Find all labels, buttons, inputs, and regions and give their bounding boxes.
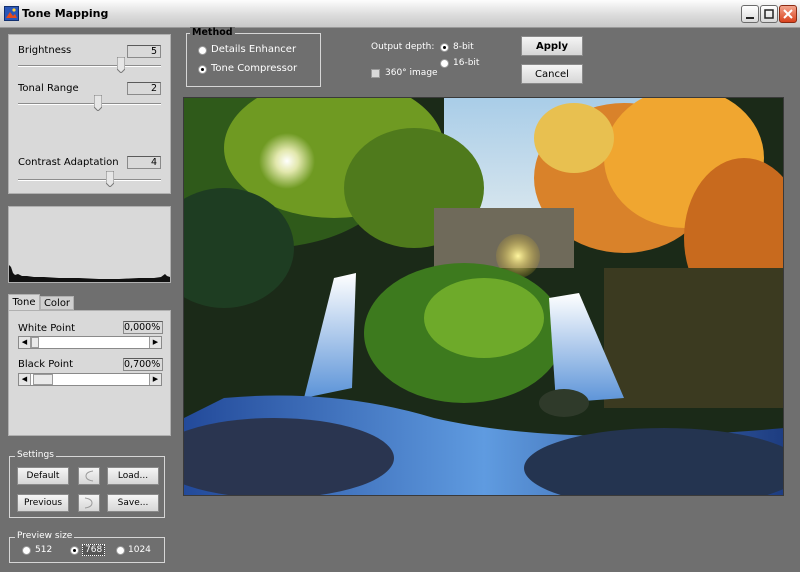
contrast-adaptation-slider-thumb[interactable] [105, 171, 114, 187]
apply-button[interactable]: Apply [521, 36, 583, 56]
minimize-icon [746, 17, 754, 19]
360-image-checkbox[interactable] [371, 69, 380, 78]
histogram-graph [9, 265, 170, 282]
brightness-slider-thumb[interactable] [116, 57, 125, 73]
cancel-button[interactable]: Cancel [521, 64, 583, 84]
8-bit-label: 8-bit [453, 42, 474, 52]
white-point-scroll-thumb[interactable] [31, 337, 39, 348]
black-point-scrollbar[interactable]: ◀ ▶ [18, 373, 162, 386]
scroll-left-icon[interactable]: ◀ [19, 374, 31, 385]
load-button[interactable]: Load... [107, 467, 159, 485]
undo-button[interactable] [78, 467, 100, 485]
tonal-range-value[interactable]: 2 [127, 82, 161, 95]
waterfall-photo [184, 98, 783, 495]
close-icon [783, 9, 793, 19]
16-bit-radio[interactable] [440, 59, 449, 68]
black-point-scroll-thumb[interactable] [33, 374, 53, 385]
tone-compressor-radio[interactable] [198, 65, 207, 74]
undo-icon [85, 470, 94, 482]
preview-image [183, 97, 784, 496]
tone-color-tabs: Tone Color White Point 0,000% ◀ ▶ Black … [8, 294, 171, 436]
tone-compressor-label: Tone Compressor [211, 63, 298, 74]
settings-group: Settings Default Load... Previous Save..… [9, 450, 165, 518]
tab-tone-label: Tone [12, 297, 36, 308]
method-group: Method Details Enhancer Tone Compressor [186, 27, 321, 87]
tone-tab-panel: White Point 0,000% ◀ ▶ Black Point 0,700… [8, 310, 171, 436]
preview-1024-label: 1024 [128, 545, 151, 555]
tab-color-label: Color [43, 298, 71, 309]
maximize-icon [764, 9, 774, 19]
black-point-label: Black Point [18, 359, 74, 370]
tab-tone[interactable]: Tone [8, 294, 40, 310]
preview-size-group: Preview size 512 768 1024 [9, 531, 165, 563]
preview-512-radio[interactable] [22, 546, 31, 555]
details-enhancer-radio[interactable] [198, 46, 207, 55]
app-icon [4, 6, 19, 21]
output-depth-label: Output depth: [371, 42, 435, 52]
tonal-range-slider-track[interactable] [18, 103, 161, 105]
tonal-range-label: Tonal Range [18, 83, 79, 94]
minimize-button[interactable] [741, 5, 759, 23]
settings-title: Settings [15, 450, 56, 460]
8-bit-radio[interactable] [440, 43, 449, 52]
white-point-value[interactable]: 0,000% [123, 321, 163, 334]
preview-768-label: 768 [82, 544, 106, 556]
redo-button[interactable] [78, 494, 100, 512]
contrast-adaptation-label: Contrast Adaptation [18, 157, 119, 168]
360-image-label: 360° image [385, 68, 438, 78]
brightness-label: Brightness [18, 45, 72, 56]
preview-512-label: 512 [35, 545, 53, 555]
previous-button[interactable]: Previous [17, 494, 69, 512]
method-title: Method [190, 27, 235, 38]
details-enhancer-label: Details Enhancer [211, 44, 297, 55]
scroll-right-icon[interactable]: ▶ [149, 337, 161, 348]
save-button[interactable]: Save... [107, 494, 159, 512]
histogram [8, 206, 171, 283]
window-title: Tone Mapping [22, 7, 109, 20]
adjustments-panel: Brightness 5 Tonal Range 2 Contrast Adap… [8, 34, 171, 194]
white-point-label: White Point [18, 323, 76, 334]
scroll-right-icon[interactable]: ▶ [149, 374, 161, 385]
16-bit-label: 16-bit [453, 58, 480, 68]
black-point-value[interactable]: 0,700% [123, 358, 163, 371]
scroll-left-icon[interactable]: ◀ [19, 337, 31, 348]
white-point-scrollbar[interactable]: ◀ ▶ [18, 336, 162, 349]
preview-768-radio[interactable] [70, 546, 79, 555]
brightness-slider-track[interactable] [18, 65, 161, 67]
preview-size-title: Preview size [15, 531, 75, 541]
tab-color[interactable]: Color [40, 296, 74, 310]
contrast-adaptation-value[interactable]: 4 [127, 156, 161, 169]
maximize-button[interactable] [760, 5, 778, 23]
contrast-adaptation-slider-track[interactable] [18, 179, 161, 181]
tonal-range-slider-thumb[interactable] [94, 95, 103, 111]
redo-icon [84, 497, 93, 509]
brightness-value[interactable]: 5 [127, 45, 161, 58]
preview-1024-radio[interactable] [116, 546, 125, 555]
default-button[interactable]: Default [17, 467, 69, 485]
title-bar: Tone Mapping [0, 0, 800, 28]
close-button[interactable] [779, 5, 797, 23]
